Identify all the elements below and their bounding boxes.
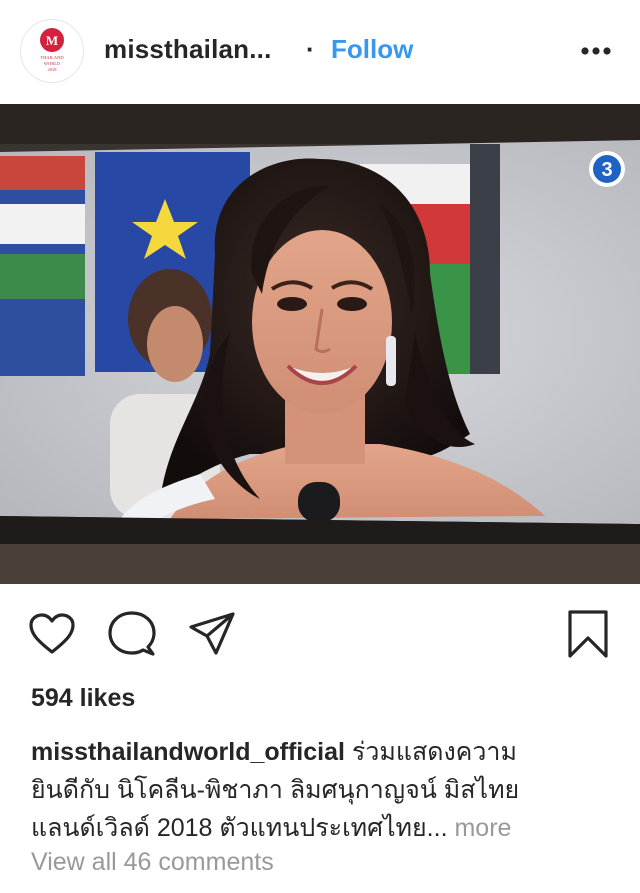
post-caption: missthailandworld_official ร่วมแสดงความ … (31, 733, 611, 847)
miss-world-logo-icon: M THAILAND WORLD 2018 (21, 20, 83, 82)
view-comments-link[interactable]: View all 46 comments (31, 848, 274, 877)
post-header: M THAILAND WORLD 2018 missthailan... · F… (0, 0, 640, 104)
share-icon[interactable] (186, 608, 238, 660)
more-dots-icon[interactable] (580, 44, 612, 58)
header-username[interactable]: missthailan... (104, 34, 272, 65)
tv-screen-photo: 3 (0, 104, 640, 584)
svg-text:3: 3 (601, 159, 612, 181)
svg-text:M: M (46, 33, 58, 48)
likes-count[interactable]: 594 likes (31, 684, 135, 713)
post-photo[interactable]: 3 (0, 104, 640, 584)
svg-text:2018: 2018 (48, 67, 58, 72)
caption-more-link[interactable]: more (448, 814, 511, 842)
caption-text-line1: ร่วมแสดงความ (344, 738, 517, 766)
heart-icon[interactable] (26, 608, 78, 660)
svg-text:WORLD: WORLD (44, 61, 61, 66)
profile-avatar[interactable]: M THAILAND WORLD 2018 (20, 19, 84, 83)
caption-text-line3: แลนด์เวิลด์ 2018 ตัวแทนประเทศไทย... (31, 814, 448, 842)
bookmark-icon[interactable] (562, 608, 614, 660)
header-separator: · (306, 34, 315, 64)
caption-text-line2: ยินดีกับ นิโคลีน-พิชาภา ลิมศนุกาญจน์ มิส… (31, 776, 520, 804)
svg-text:THAILAND: THAILAND (40, 55, 64, 60)
follow-button[interactable]: Follow (331, 34, 413, 65)
action-bar (0, 584, 640, 684)
comment-icon[interactable] (106, 608, 158, 660)
caption-username[interactable]: missthailandworld_official (31, 738, 345, 766)
